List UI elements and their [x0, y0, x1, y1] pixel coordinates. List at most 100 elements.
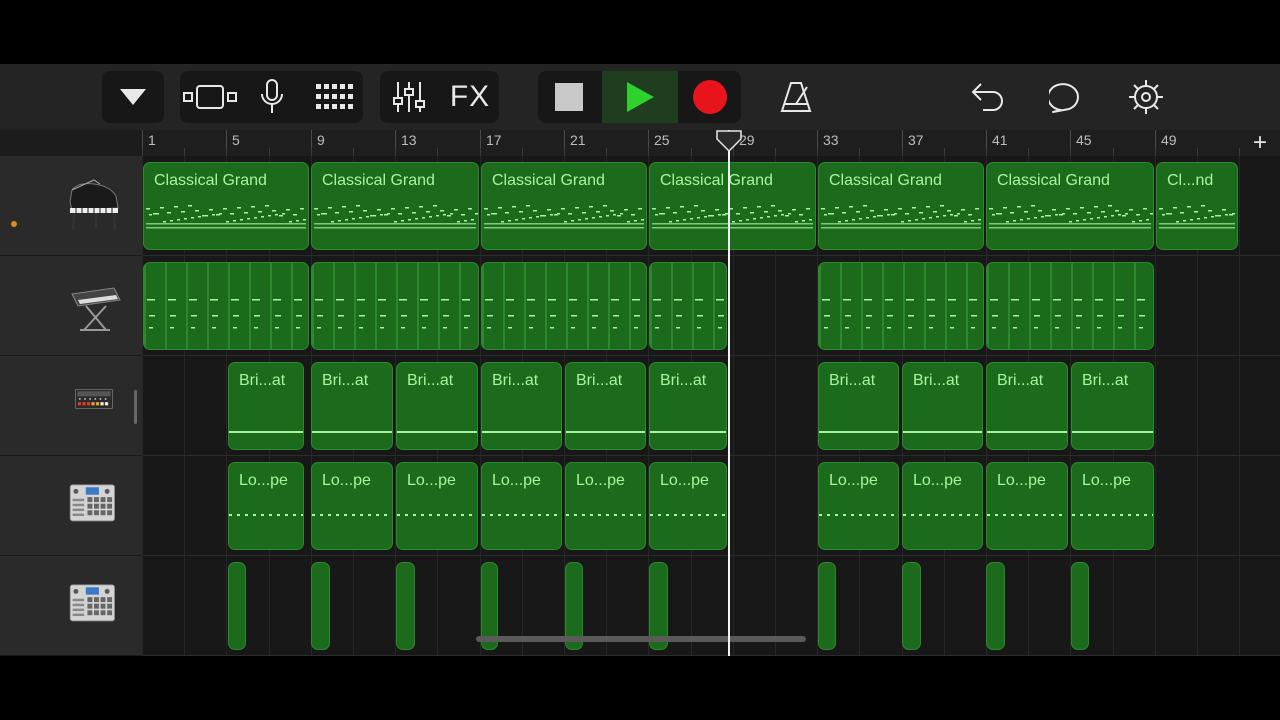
- region-loop[interactable]: Lo...pe: [1071, 462, 1154, 550]
- region-synth[interactable]: [649, 262, 727, 350]
- region-beat-hit[interactable]: [396, 562, 415, 650]
- drum-machine-icon: [75, 388, 113, 409]
- track-header-synth[interactable]: [0, 256, 142, 356]
- region-beat[interactable]: Bri...at: [1071, 362, 1154, 450]
- region-beat-hit[interactable]: [902, 562, 921, 650]
- midi-notes: [819, 263, 977, 349]
- region-name: Bri...at: [239, 372, 286, 389]
- grid-dots-icon: [316, 84, 353, 109]
- keyboard-grid-button[interactable]: [304, 71, 364, 123]
- region-loop[interactable]: Lo...pe: [818, 462, 899, 550]
- my-songs-button[interactable]: [102, 71, 164, 123]
- region-synth[interactable]: [986, 262, 1154, 350]
- fx-button[interactable]: FX: [440, 71, 500, 123]
- ruler-sub-tick: [1239, 148, 1240, 156]
- region-classical-grand[interactable]: Classical Grand: [818, 162, 984, 250]
- grand-piano-icon: [69, 179, 119, 231]
- region-name: Bri...at: [829, 372, 876, 389]
- region-classical-grand[interactable]: Classical Grand: [311, 162, 479, 250]
- midi-notes: [1159, 205, 1235, 229]
- region-waveform: [482, 431, 561, 433]
- region-loop[interactable]: Lo...pe: [902, 462, 983, 550]
- region-loop[interactable]: Lo...pe: [228, 462, 304, 550]
- region-beat-hit[interactable]: [1071, 562, 1089, 650]
- metronome-button[interactable]: [766, 71, 826, 123]
- region-beat-hit[interactable]: [986, 562, 1005, 650]
- region-synth[interactable]: [311, 262, 479, 350]
- ruler-sub-tick: [142, 148, 143, 156]
- region-name: Lo...pe: [660, 472, 709, 489]
- add-track-button[interactable]: +: [1248, 129, 1272, 156]
- region-loop[interactable]: Lo...pe: [481, 462, 562, 550]
- settings-button[interactable]: [1116, 71, 1176, 123]
- ruler-sub-tick: [269, 148, 270, 156]
- region-beat[interactable]: Bri...at: [902, 362, 983, 450]
- region-beat[interactable]: Bri...at: [228, 362, 304, 450]
- microphone-icon: [261, 79, 283, 113]
- region-classical-grand[interactable]: Classical Grand: [143, 162, 309, 250]
- stop-button[interactable]: [538, 71, 600, 123]
- selected-track-indicator: [11, 221, 17, 227]
- region-name: Lo...pe: [322, 472, 371, 489]
- loop-browser-button[interactable]: [1038, 71, 1098, 123]
- ruler-bar-number: 17: [486, 132, 502, 148]
- microphone-button[interactable]: [242, 71, 302, 123]
- region-beat[interactable]: Bri...at: [986, 362, 1068, 450]
- region-name: Classical Grand: [660, 172, 773, 189]
- region-beat-hit[interactable]: [228, 562, 246, 650]
- region-loop[interactable]: Lo...pe: [565, 462, 646, 550]
- ruler-sub-tick: [437, 148, 438, 156]
- play-button[interactable]: [602, 71, 678, 123]
- mixer-button[interactable]: [380, 71, 438, 123]
- undo-button[interactable]: [958, 71, 1018, 123]
- region-name: Cl...nd: [1167, 172, 1214, 189]
- midi-notes: [987, 263, 1145, 349]
- tracks-area[interactable]: Classical Grand Classical Grand Classical …: [142, 156, 1280, 656]
- region-beat[interactable]: Bri...at: [818, 362, 899, 450]
- region-beat-hit[interactable]: [818, 562, 836, 650]
- region-name: Classical Grand: [322, 172, 435, 189]
- region-name: Bri...at: [492, 372, 539, 389]
- region-loop[interactable]: Lo...pe: [311, 462, 393, 550]
- track-header-piano[interactable]: [0, 156, 142, 256]
- record-button[interactable]: [680, 71, 740, 123]
- region-beat-hit[interactable]: [311, 562, 330, 650]
- ruler-bar-number: 13: [401, 132, 417, 148]
- region-beat[interactable]: Bri...at: [396, 362, 478, 450]
- ruler-sub-tick: [522, 148, 523, 156]
- track-header-drum-machine[interactable]: [0, 356, 142, 456]
- ruler-sub-tick: [1113, 148, 1114, 156]
- midi-notes: [312, 263, 470, 349]
- region-classical-grand[interactable]: Cl...nd: [1156, 162, 1238, 250]
- region-beat[interactable]: Bri...at: [311, 362, 393, 450]
- midi-notes: [650, 263, 724, 349]
- region-classical-grand[interactable]: Classical Grand: [481, 162, 647, 250]
- region-name: Lo...pe: [997, 472, 1046, 489]
- region-name: Bri...at: [913, 372, 960, 389]
- region-beat[interactable]: Bri...at: [565, 362, 646, 450]
- ruler-bar-number: 25: [654, 132, 670, 148]
- track-header-beat-sequencer[interactable]: [0, 456, 142, 556]
- region-synth[interactable]: [481, 262, 647, 350]
- browser-button[interactable]: [180, 71, 240, 123]
- region-synth[interactable]: [143, 262, 309, 350]
- region-waveform: [1072, 514, 1153, 516]
- region-beat[interactable]: Bri...at: [481, 362, 562, 450]
- track-resize-handle[interactable]: [134, 390, 137, 424]
- beat-sampler-icon: [69, 584, 115, 622]
- playhead-handle[interactable]: [716, 130, 742, 152]
- region-synth[interactable]: [818, 262, 984, 350]
- horizontal-scrollbar[interactable]: [476, 636, 806, 642]
- stop-icon: [555, 83, 583, 111]
- region-loop[interactable]: Lo...pe: [396, 462, 478, 550]
- region-name: Classical Grand: [829, 172, 942, 189]
- region-loop[interactable]: Lo...pe: [649, 462, 727, 550]
- region-loop[interactable]: Lo...pe: [986, 462, 1068, 550]
- region-classical-grand[interactable]: Classical Grand: [649, 162, 816, 250]
- timeline-ruler[interactable]: 1 5 9 13 17 21 25 29 33 37 41 45 49: [142, 130, 1280, 157]
- region-waveform: [229, 431, 303, 433]
- region-classical-grand[interactable]: Classical Grand: [986, 162, 1154, 250]
- track-header-beat-sequencer-2[interactable]: [0, 556, 142, 656]
- region-beat[interactable]: Bri...at: [649, 362, 727, 450]
- region-name: Bri...at: [407, 372, 454, 389]
